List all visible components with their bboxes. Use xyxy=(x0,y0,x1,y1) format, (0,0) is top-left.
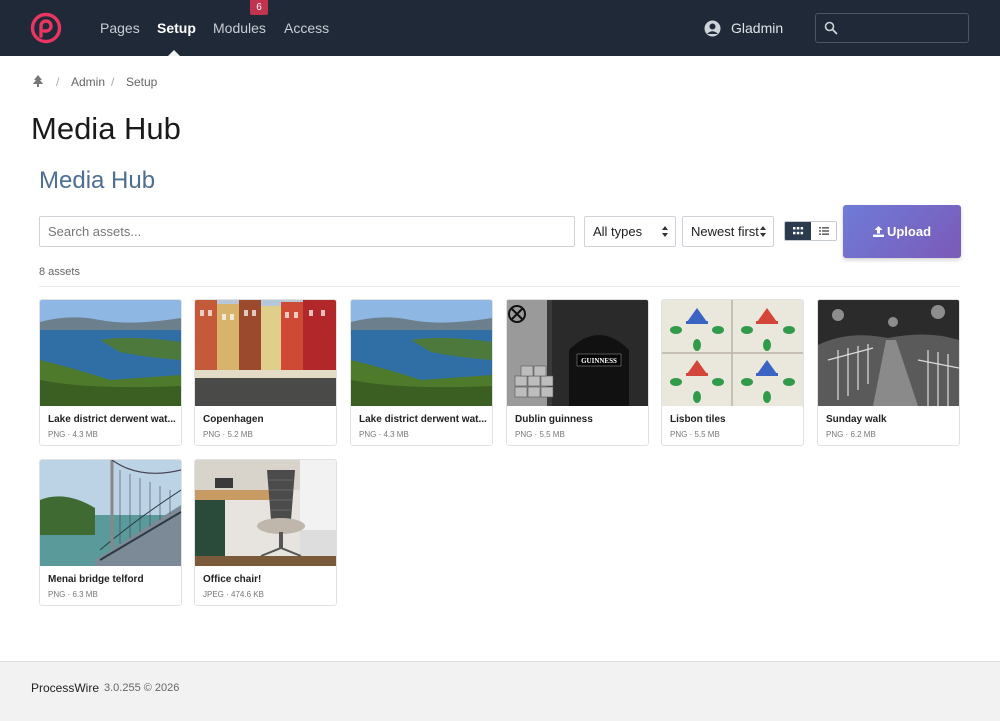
asset-meta: PNG · 5.2 MB xyxy=(203,430,253,439)
asset-name: Dublin guinness xyxy=(515,414,593,425)
asset-count: 8 assets xyxy=(39,266,80,278)
main-content: / Admin / Setup Media Hub Media Hub All … xyxy=(0,56,1000,661)
top-navbar: Pages Setup Modules 6 Access Gladmin xyxy=(0,0,1000,56)
asset-meta: JPEG · 474.6 KB xyxy=(203,590,264,599)
asset-card[interactable]: Lake district derwent wat... PNG · 4.3 M… xyxy=(39,299,182,446)
asset-thumbnail xyxy=(351,300,492,406)
view-toggle xyxy=(784,221,837,241)
breadcrumb-admin[interactable]: Admin xyxy=(71,75,105,89)
asset-card[interactable]: Lake district derwent wat... PNG · 4.3 M… xyxy=(350,299,493,446)
footer-brand[interactable]: ProcessWire xyxy=(31,681,99,695)
asset-name: Menai bridge telford xyxy=(48,574,144,585)
breadcrumb-setup[interactable]: Setup xyxy=(126,75,157,89)
nav-access[interactable]: Access xyxy=(284,20,329,36)
footer: ProcessWire 3.0.255 © 2026 xyxy=(0,661,1000,721)
asset-thumbnail xyxy=(195,460,336,566)
type-filter-value: All types xyxy=(593,224,643,239)
asset-name: Lisbon tiles xyxy=(670,414,726,425)
type-filter-select[interactable]: All types xyxy=(584,216,676,247)
asset-thumbnail xyxy=(40,460,181,566)
breadcrumb-separator: / xyxy=(56,75,60,89)
asset-meta: PNG · 5.5 MB xyxy=(670,430,720,439)
select-arrows-icon xyxy=(662,226,668,237)
asset-meta: PNG · 6.2 MB xyxy=(826,430,876,439)
asset-name: Office chair! xyxy=(203,574,262,585)
asset-meta: PNG · 4.3 MB xyxy=(359,430,409,439)
select-arrows-icon xyxy=(760,226,766,237)
asset-thumbnail: GUINNESS xyxy=(507,300,648,406)
breadcrumb-separator: / xyxy=(111,75,115,89)
tree-icon[interactable] xyxy=(33,75,43,87)
modules-badge: 6 xyxy=(250,0,268,15)
asset-thumbnail xyxy=(662,300,803,406)
divider xyxy=(39,286,960,287)
asset-card[interactable]: Copenhagen PNG · 5.2 MB xyxy=(194,299,337,446)
list-view-button[interactable] xyxy=(811,222,837,240)
sort-select[interactable]: Newest first xyxy=(682,216,774,247)
upload-icon xyxy=(872,226,884,237)
asset-search-input[interactable] xyxy=(39,216,575,247)
user-name[interactable]: Gladmin xyxy=(731,20,783,36)
asset-thumbnail xyxy=(195,300,336,406)
asset-meta: PNG · 5.5 MB xyxy=(515,430,565,439)
upload-label: Upload xyxy=(886,224,932,239)
asset-name: Lake district derwent wat... xyxy=(48,414,176,425)
grid-view-icon xyxy=(793,227,804,235)
footer-version: 3.0.255 © 2026 xyxy=(104,682,180,694)
upload-button[interactable]: Upload xyxy=(843,205,961,258)
asset-card[interactable]: GUINNESS Dublin guinness PNG · 5.5 MB xyxy=(506,299,649,446)
asset-thumbnail xyxy=(40,300,181,406)
asset-card[interactable]: Office chair! JPEG · 474.6 KB xyxy=(194,459,337,606)
asset-meta: PNG · 4.3 MB xyxy=(48,430,98,439)
search-icon xyxy=(824,21,838,35)
guinness-sign: GUINNESS xyxy=(581,357,617,365)
asset-name: Lake district derwent wat... xyxy=(359,414,487,425)
asset-name: Sunday walk xyxy=(826,414,887,425)
nav-setup[interactable]: Setup xyxy=(157,20,196,36)
user-circle-icon[interactable] xyxy=(704,20,721,37)
asset-card[interactable]: Lisbon tiles PNG · 5.5 MB xyxy=(661,299,804,446)
sort-value: Newest first xyxy=(691,224,759,239)
asset-thumbnail xyxy=(818,300,959,406)
asset-name: Copenhagen xyxy=(203,414,264,425)
grid-view-button[interactable] xyxy=(785,222,811,240)
nav-pages[interactable]: Pages xyxy=(100,20,140,36)
nav-modules[interactable]: Modules xyxy=(213,20,266,36)
asset-card[interactable]: Sunday walk PNG · 6.2 MB xyxy=(817,299,960,446)
page-title: Media Hub xyxy=(31,111,181,146)
processwire-logo-icon[interactable] xyxy=(30,12,62,44)
asset-meta: PNG · 6.3 MB xyxy=(48,590,98,599)
asset-card[interactable]: Menai bridge telford PNG · 6.3 MB xyxy=(39,459,182,606)
list-view-icon xyxy=(819,227,829,235)
section-title: Media Hub xyxy=(39,167,156,194)
top-search-input[interactable] xyxy=(815,13,969,43)
